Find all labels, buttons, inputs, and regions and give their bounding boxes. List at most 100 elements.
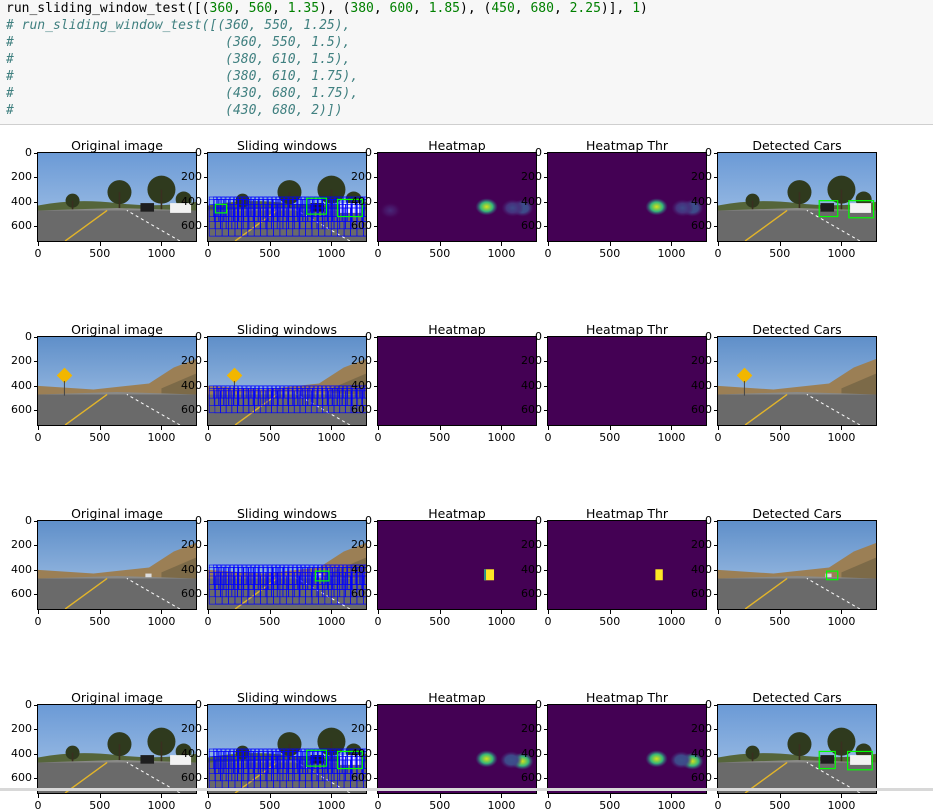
heat-blob-edge <box>484 569 487 581</box>
x-tick-mark <box>609 242 611 246</box>
y-tick-label: 600 <box>691 219 712 233</box>
x-tick-label: 0 <box>544 615 552 628</box>
y-tick-label: 0 <box>25 698 32 711</box>
y-tick-label: 0 <box>365 698 372 711</box>
y-tick-label: 600 <box>521 219 542 233</box>
y-tick-mark <box>34 177 38 179</box>
tree-trunk <box>160 741 163 763</box>
y-tick-label: 200 <box>181 722 202 736</box>
y-tick-label: 600 <box>691 403 712 417</box>
heat-blob <box>475 198 498 216</box>
y-tick-mark <box>714 594 718 596</box>
x-tick-label: 1000 <box>317 799 346 812</box>
x-tick-label: 500 <box>599 431 621 444</box>
y-tick-label: 400 <box>351 378 372 392</box>
heat-blob <box>645 750 668 768</box>
y-tick-mark <box>204 753 208 755</box>
x-tick-mark <box>99 426 101 430</box>
x-tick-label: 1000 <box>317 615 346 628</box>
x-tick-mark <box>331 242 333 246</box>
y-tick-mark <box>544 201 548 203</box>
tree-trunk <box>71 752 74 763</box>
x-tick-label: 500 <box>89 247 111 260</box>
x-tick-label: 500 <box>599 247 621 260</box>
y-tick-mark <box>374 201 378 203</box>
y-tick-label: 0 <box>535 146 542 159</box>
x-tick-mark <box>331 794 333 798</box>
code-comment-line: # (360, 550, 1.5), <box>6 35 351 50</box>
x-tick-label: 0 <box>714 431 722 444</box>
code-cell[interactable]: run_sliding_window_test([(360, 560, 1.35… <box>0 0 933 125</box>
y-tick-label: 200 <box>181 170 202 184</box>
y-tick-label: 600 <box>351 219 372 233</box>
y-tick-label: 400 <box>521 746 542 760</box>
x-tick-mark <box>99 242 101 246</box>
x-tick-label: 0 <box>374 431 382 444</box>
y-tick-label: 0 <box>535 330 542 343</box>
y-tick-label: 600 <box>351 403 372 417</box>
tree-trunk <box>798 192 801 211</box>
y-tick-mark <box>714 226 718 228</box>
y-tick-mark <box>34 337 38 338</box>
x-tick-label: 500 <box>769 431 791 444</box>
x-tick-mark <box>439 242 441 246</box>
x-tick-label: 0 <box>544 799 552 812</box>
y-tick-mark <box>204 385 208 387</box>
y-tick-mark <box>374 729 378 731</box>
y-tick-label: 400 <box>181 562 202 576</box>
sign-post <box>743 381 745 396</box>
x-tick-label: 500 <box>769 247 791 260</box>
y-tick-mark <box>34 226 38 228</box>
y-tick-mark <box>34 410 38 412</box>
x-tick-mark <box>841 426 843 430</box>
x-tick-mark <box>208 242 209 246</box>
x-tick-mark <box>208 794 209 798</box>
x-tick-mark <box>38 426 39 430</box>
y-tick-label: 0 <box>25 146 32 159</box>
y-tick-mark <box>544 337 548 338</box>
y-tick-mark <box>544 410 548 412</box>
y-tick-mark <box>544 545 548 547</box>
y-tick-label: 200 <box>181 354 202 368</box>
y-tick-mark <box>714 177 718 179</box>
y-tick-label: 400 <box>521 562 542 576</box>
tree-trunk <box>840 189 843 211</box>
tree-trunk <box>71 200 74 211</box>
x-tick-label: 0 <box>204 431 212 444</box>
x-tick-label: 0 <box>374 799 382 812</box>
y-tick-label: 0 <box>705 698 712 711</box>
x-tick-mark <box>779 610 781 614</box>
y-tick-mark <box>374 153 378 154</box>
y-tick-label: 0 <box>25 330 32 343</box>
y-tick-mark <box>374 177 378 179</box>
x-tick-mark <box>38 610 39 614</box>
x-tick-label: 1000 <box>147 431 176 444</box>
y-tick-mark <box>374 385 378 387</box>
car-dark <box>820 203 835 212</box>
x-tick-mark <box>38 794 39 798</box>
output-area: Original image 0 200 400 600 0 500 1000 Sliding … <box>0 125 933 812</box>
y-tick-label: 400 <box>351 562 372 576</box>
x-tick-mark <box>718 426 719 430</box>
x-tick-mark <box>38 242 39 246</box>
x-tick-label: 0 <box>714 799 722 812</box>
x-tick-label: 1000 <box>147 799 176 812</box>
y-tick-label: 400 <box>691 562 712 576</box>
x-tick-label: 0 <box>204 799 212 812</box>
x-tick-label: 1000 <box>147 247 176 260</box>
y-tick-label: 600 <box>181 771 202 785</box>
y-tick-mark <box>714 778 718 780</box>
heat-blob <box>655 569 663 581</box>
heat-blob <box>645 198 668 216</box>
y-tick-mark <box>544 226 548 228</box>
y-tick-mark <box>204 337 208 338</box>
y-tick-mark <box>34 361 38 363</box>
y-tick-mark <box>714 521 718 522</box>
y-tick-mark <box>544 177 548 179</box>
y-tick-mark <box>714 361 718 363</box>
heat-blob <box>379 201 402 219</box>
y-tick-mark <box>714 153 718 154</box>
x-tick-label: 1000 <box>317 431 346 444</box>
x-tick-mark <box>161 610 163 614</box>
y-tick-mark <box>374 545 378 547</box>
